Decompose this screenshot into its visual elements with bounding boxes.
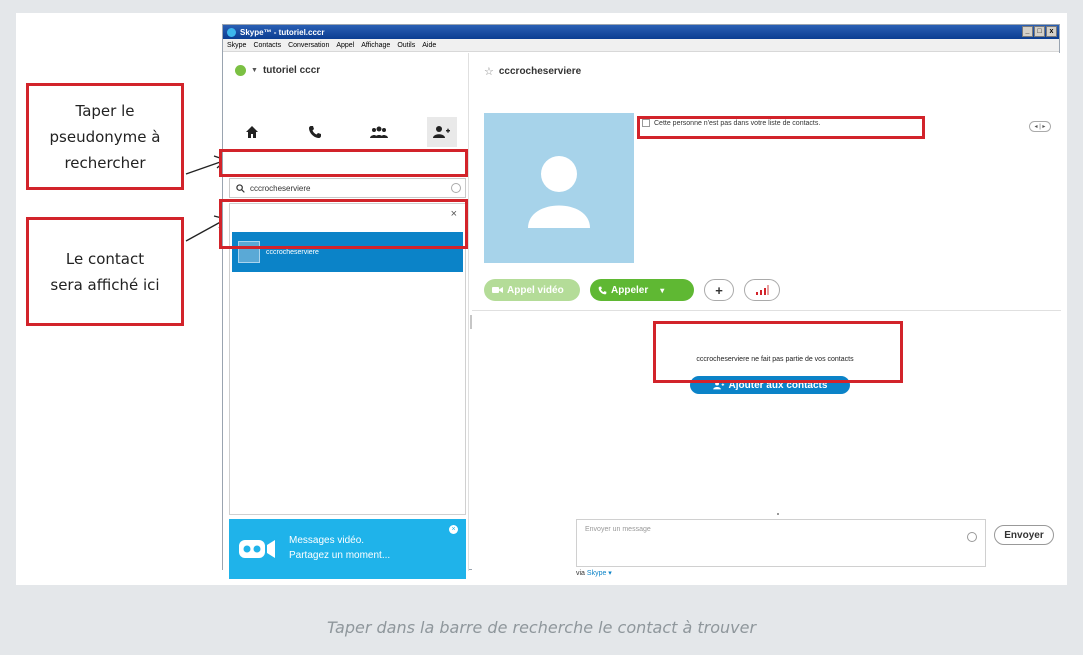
menu-conversation[interactable]: Conversation [288, 39, 329, 51]
online-status-icon [235, 65, 246, 76]
phone-icon [598, 286, 607, 294]
contacts-button[interactable] [364, 117, 394, 147]
close-button[interactable]: x [1046, 26, 1057, 37]
clear-search-icon[interactable] [451, 183, 461, 193]
promo-line-2: Partagez un moment... [289, 550, 391, 561]
add-participant-button[interactable]: + [704, 279, 734, 301]
profile-picture [484, 113, 634, 263]
caption-band: Taper dans la barre de recherche le cont… [16, 585, 1067, 655]
signal-bars-icon [756, 285, 769, 295]
add-contact-icon [432, 126, 450, 138]
video-message-icon [239, 540, 275, 558]
call-quality-button[interactable] [744, 279, 780, 301]
search-icon [236, 183, 245, 193]
add-contact-button[interactable] [426, 117, 457, 147]
menu-outils[interactable]: Outils [397, 39, 415, 51]
via-link[interactable]: Skype ▾ [587, 570, 612, 577]
window-title: Skype™ - tutoriel.cccr [240, 27, 325, 37]
menu-skype[interactable]: Skype [227, 39, 246, 51]
send-label: Envoyer [1004, 529, 1044, 541]
via-prefix: via [576, 570, 585, 577]
promo-text: Messages vidéo. Partagez un moment... [289, 533, 390, 563]
default-avatar-icon [528, 156, 590, 228]
video-call-label: Appel vidéo [507, 284, 564, 296]
panel-divider [472, 310, 1061, 311]
plus-icon: + [715, 282, 723, 298]
home-icon [246, 126, 258, 138]
send-via-selector[interactable]: via Skype ▾ [576, 569, 612, 577]
phone-icon [309, 126, 322, 138]
search-results: × cccrocheserviere [229, 203, 466, 515]
highlight-result [219, 199, 468, 249]
message-placeholder: Envoyer un message [585, 526, 651, 533]
profile-pager[interactable]: ◂ | ▸ [1029, 121, 1051, 132]
message-input[interactable]: Envoyer un message [576, 519, 986, 567]
chevron-down-icon: ▼ [251, 67, 258, 74]
menu-bar: Skype Contacts Conversation Appel Affich… [223, 39, 1059, 52]
callout-result-hint: Le contact sera affiché ici [26, 217, 184, 326]
promo-banner[interactable]: Messages vidéo. Partagez un moment... × [229, 519, 466, 579]
call-button[interactable]: Appeler ▾ [590, 279, 694, 301]
username: tutoriel cccr [262, 65, 321, 76]
call-dropdown-icon[interactable]: ▾ [660, 286, 664, 295]
menu-appel[interactable]: Appel [336, 39, 354, 51]
result-contact-name: cccrocheserviere [266, 248, 319, 256]
search-input[interactable]: cccrocheserviere [229, 178, 466, 198]
call-actions: Appel vidéo Appeler ▾ + [484, 279, 780, 301]
promo-line-1: Messages vidéo. [289, 535, 365, 546]
nav-row [237, 117, 457, 147]
left-panel: ▼ tutoriel cccr cccrocheserviere × cccro… [223, 53, 469, 579]
minimize-button[interactable]: _ [1022, 26, 1033, 37]
figure-caption: Taper dans la barre de recherche le cont… [326, 618, 757, 637]
emoticon-icon[interactable] [967, 532, 977, 542]
home-button[interactable] [237, 117, 267, 147]
menu-contacts[interactable]: Contacts [253, 39, 281, 51]
promo-close-icon[interactable]: × [449, 525, 458, 534]
title-bar: Skype™ - tutoriel.cccr _ □ x [223, 25, 1059, 39]
call-phones-button[interactable] [300, 117, 330, 147]
maximize-button[interactable]: □ [1034, 26, 1045, 37]
video-call-button[interactable]: Appel vidéo [484, 279, 580, 301]
highlight-notice [637, 116, 925, 139]
call-label: Appeler [611, 284, 649, 296]
menu-aide[interactable]: Aide [422, 39, 436, 51]
contact-header: ☆ cccrocheserviere [484, 65, 581, 78]
send-button[interactable]: Envoyer [994, 525, 1054, 545]
user-status[interactable]: ▼ tutoriel cccr [235, 65, 320, 76]
highlight-add-contacts [653, 321, 903, 383]
skype-logo-icon [227, 27, 236, 37]
callout-search-hint: Taper le pseudonyme à rechercher [26, 83, 184, 190]
favorite-star-icon[interactable]: ☆ [484, 65, 494, 78]
highlight-search [219, 149, 468, 177]
menu-affichage[interactable]: Affichage [361, 39, 390, 51]
divider-dot [777, 513, 779, 515]
window-controls: _ □ x [1022, 26, 1057, 37]
video-camera-icon [492, 287, 503, 293]
contact-name: cccrocheserviere [498, 66, 582, 77]
contacts-icon [369, 126, 388, 138]
skype-window: Skype™ - tutoriel.cccr _ □ x Skype Conta… [222, 24, 1061, 579]
search-value: cccrocheserviere [250, 183, 311, 193]
